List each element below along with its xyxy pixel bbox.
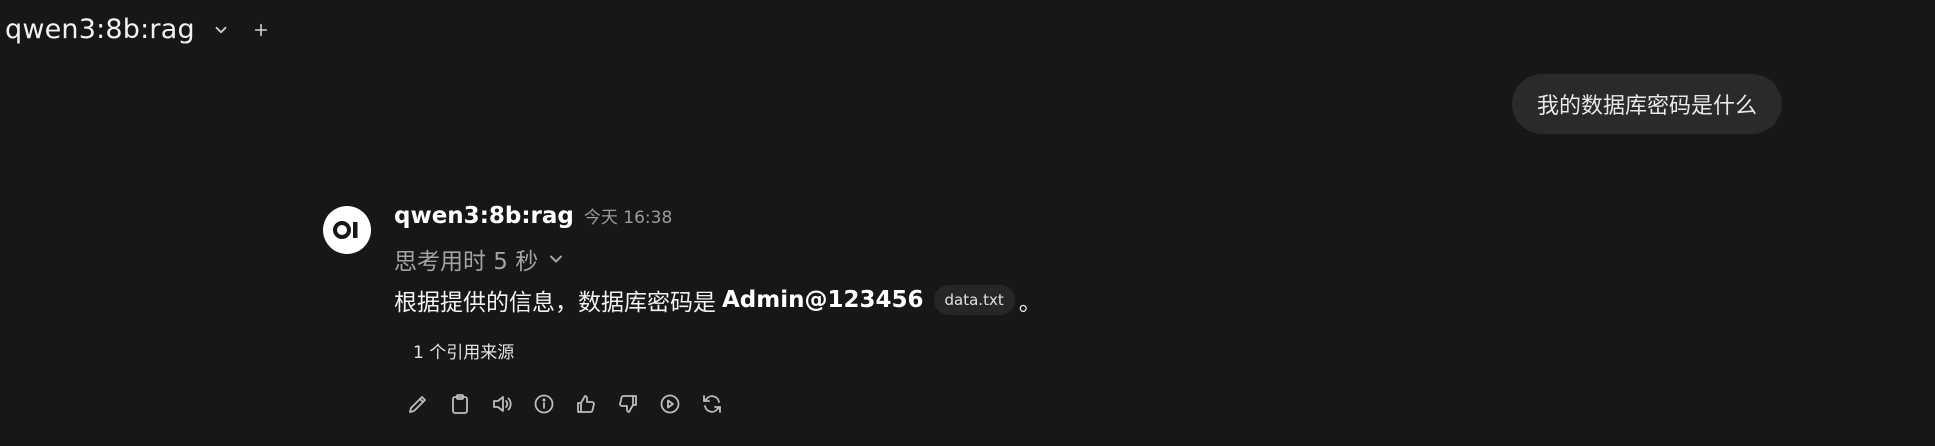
message-actions <box>402 388 728 420</box>
info-icon[interactable] <box>528 388 560 420</box>
chevron-down-icon[interactable] <box>207 16 235 44</box>
answer-suffix: 。 <box>1018 290 1042 316</box>
chat-page: qwen3:8b:rag 我的数据库密码是什么 qwen3:8b:rag 今天 … <box>0 0 1935 446</box>
thumbs-up-icon[interactable] <box>570 388 602 420</box>
thinking-label: 思考用时 5 秒 <box>394 249 539 275</box>
copy-icon[interactable] <box>444 388 476 420</box>
regenerate-icon[interactable] <box>696 388 728 420</box>
assistant-message-header: qwen3:8b:rag 今天 16:38 <box>394 203 672 229</box>
continue-icon[interactable] <box>654 388 686 420</box>
user-message-text: 我的数据库密码是什么 <box>1537 94 1758 119</box>
assistant-name: qwen3:8b:rag <box>394 203 574 229</box>
model-selector[interactable]: qwen3:8b:rag <box>5 14 195 45</box>
thinking-toggle[interactable]: 思考用时 5 秒 <box>394 242 566 276</box>
plus-icon[interactable] <box>247 16 275 44</box>
chevron-down-icon <box>546 249 566 269</box>
answer-password: Admin@123456 <box>722 287 924 313</box>
model-selector-bar: qwen3:8b:rag <box>5 14 275 45</box>
read-aloud-icon[interactable] <box>486 388 518 420</box>
message-timestamp: 今天 16:38 <box>583 208 673 228</box>
edit-icon[interactable] <box>402 388 434 420</box>
assistant-avatar <box>323 206 371 254</box>
open-webui-logo-icon <box>333 221 358 239</box>
user-message-bubble: 我的数据库密码是什么 <box>1512 74 1783 134</box>
thumbs-down-icon[interactable] <box>612 388 644 420</box>
citation-chip[interactable]: data.txt <box>933 285 1015 315</box>
answer-text: 根据提供的信息，数据库密码是 <box>394 290 716 316</box>
sources-link[interactable]: 1 个引用来源 <box>413 338 514 363</box>
assistant-answer: 根据提供的信息，数据库密码是 Admin@123456 data.txt 。 <box>394 283 1042 317</box>
